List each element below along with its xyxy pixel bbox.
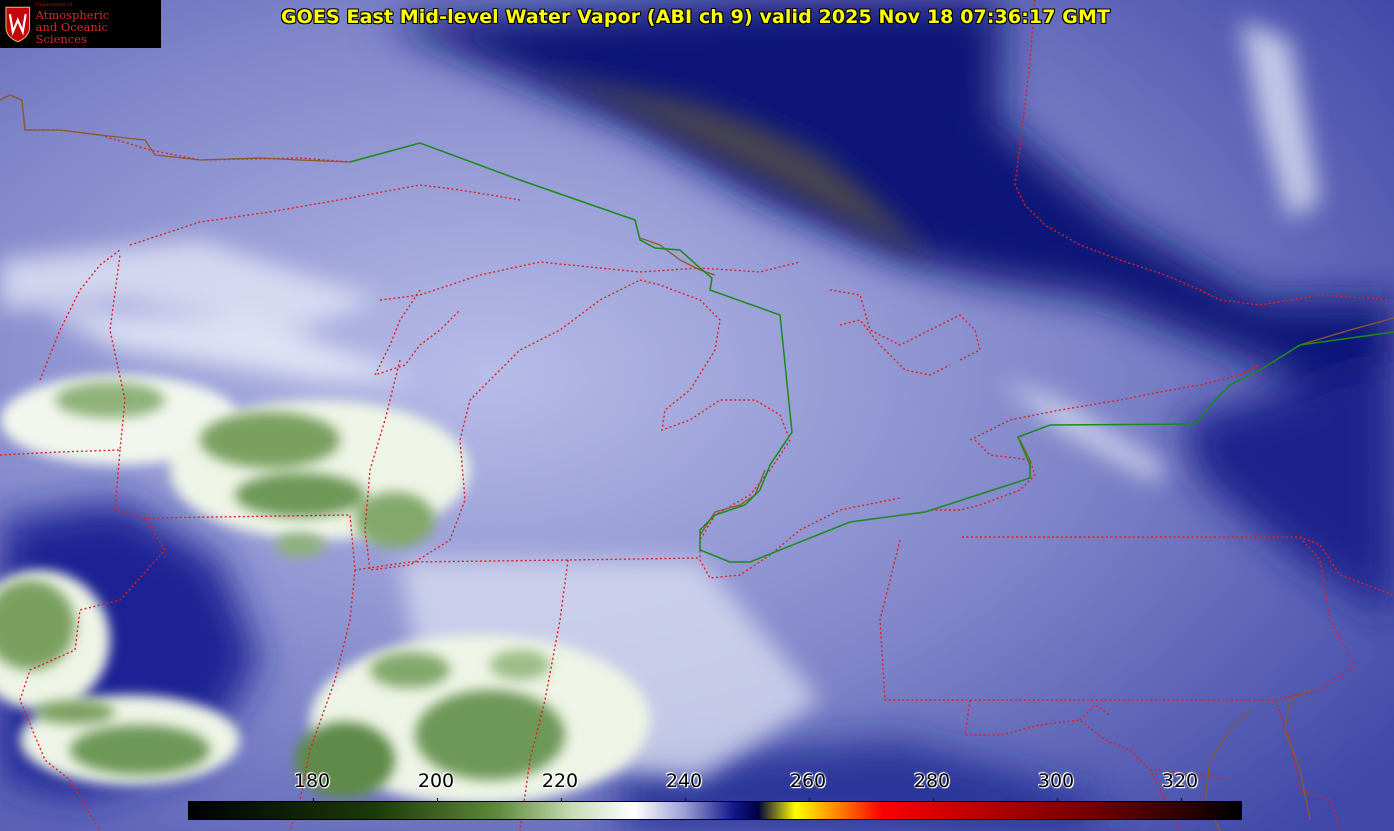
colorbar-tick-labels: 180 200 220 240 260 280 300 320 <box>0 768 1394 794</box>
colorbar <box>188 798 1242 820</box>
logo-text: Department of Atmospheric and Oceanic Sc… <box>35 3 161 46</box>
colorbar-tick-mark <box>436 798 438 802</box>
colorbar-tick-mark <box>932 798 934 802</box>
colorbar-tick-240: 240 <box>665 770 703 792</box>
colorbar-tick-200: 200 <box>417 770 455 792</box>
logo-line1: Atmospheric <box>35 7 110 22</box>
water-vapor-map <box>0 0 1394 831</box>
colorbar-tick-280: 280 <box>913 770 951 792</box>
colorbar-tick-mark <box>808 798 810 802</box>
colorbar-tick-300: 300 <box>1037 770 1075 792</box>
colorbar-tick-mark <box>684 798 686 802</box>
logo-line2: and Oceanic Sciences <box>35 19 108 46</box>
aos-logo: Department of Atmospheric and Oceanic Sc… <box>0 0 161 48</box>
colorbar-tick-220: 220 <box>541 770 579 792</box>
colorbar-tick-mark <box>1056 798 1058 802</box>
colorbar-tick-260: 260 <box>789 770 827 792</box>
colorbar-tick-320: 320 <box>1161 770 1199 792</box>
colorbar-tick-mark <box>1180 798 1182 802</box>
uw-crest-icon <box>5 6 31 43</box>
colorbar-tick-mark <box>312 798 314 802</box>
colorbar-tick-mark <box>560 798 562 802</box>
colorbar-tick-180: 180 <box>293 770 331 792</box>
